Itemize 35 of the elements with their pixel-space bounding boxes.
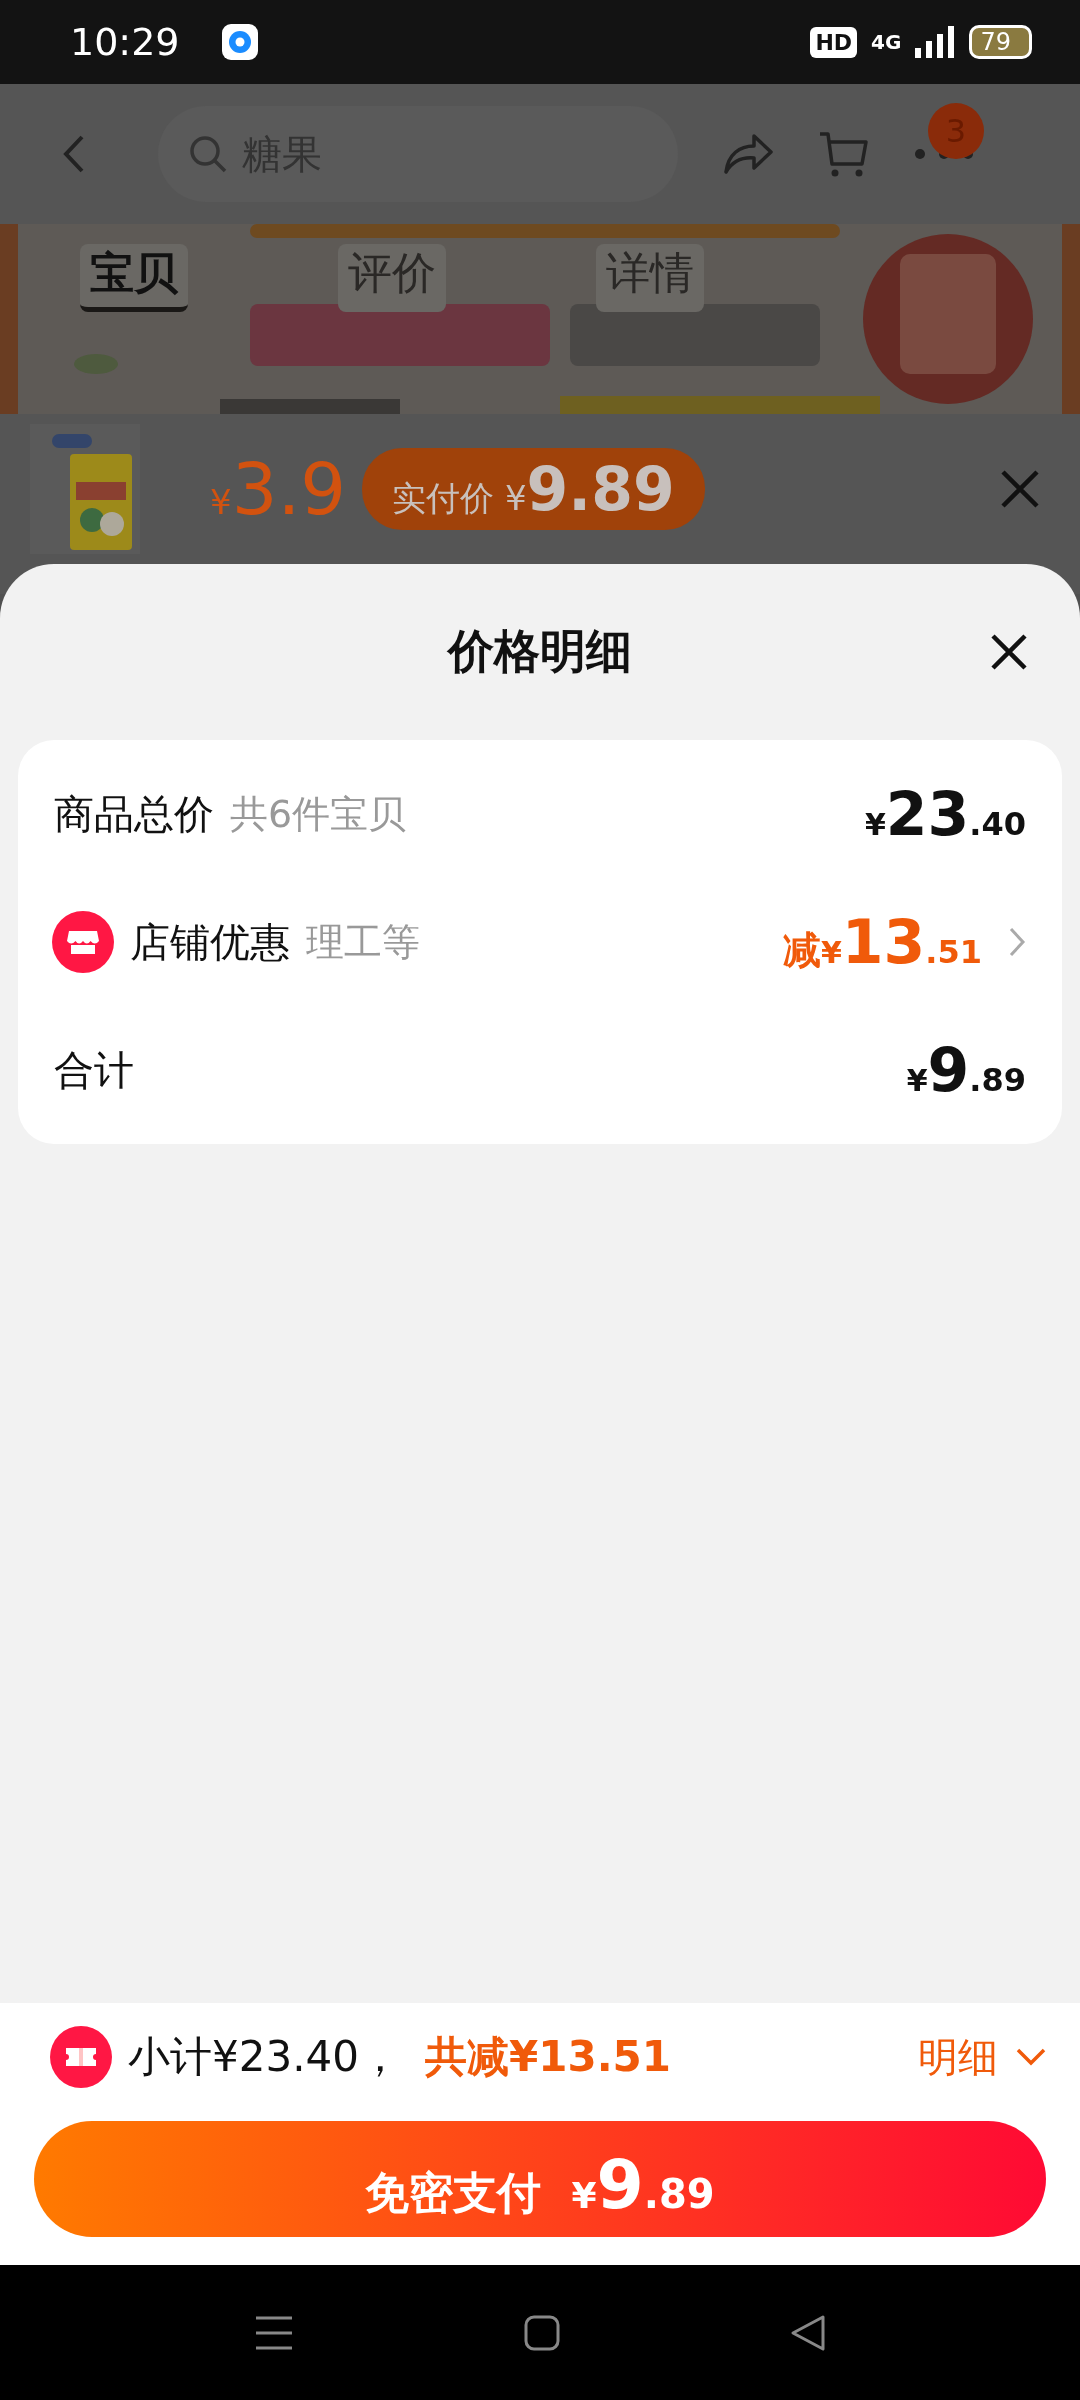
amount: ¥23.40: [864, 779, 1026, 849]
amount: 减¥13.51: [782, 907, 982, 977]
row-note: 共6件宝贝: [230, 790, 407, 838]
chevron-right-icon[interactable]: [1008, 926, 1026, 958]
chevron-down-icon: [1016, 2048, 1046, 2066]
app-notification-icon: [221, 24, 258, 60]
cart-icon[interactable]: [818, 130, 870, 178]
subtotal-text: 小计¥23.40，: [128, 2031, 401, 2083]
signal-icon: [915, 26, 956, 58]
pay-button[interactable]: 免密支付 ¥9.89: [34, 2121, 1046, 2237]
row-label: 店铺优惠: [130, 917, 290, 967]
amount: ¥9.89: [906, 1035, 1026, 1105]
paid-price-tag: 实付价 ¥9.89: [362, 448, 705, 530]
hd-badge: HD: [810, 26, 858, 58]
battery-indicator: 79: [969, 25, 1032, 59]
tab[interactable]: 评价: [338, 244, 446, 312]
home-icon[interactable]: [524, 2314, 560, 2351]
detail-toggle[interactable]: 明细: [918, 2029, 1046, 2085]
product-price: ¥3.9: [210, 447, 347, 531]
row-label: 合计: [54, 1045, 134, 1095]
menu-icon[interactable]: [254, 2314, 294, 2351]
row-note: 理工等: [306, 918, 420, 966]
network-label: 4G: [871, 30, 902, 54]
back-icon[interactable]: [790, 2313, 826, 2352]
search-icon: [188, 134, 228, 174]
shop-icon: [52, 911, 114, 973]
sheet-title: 价格明细: [448, 623, 632, 680]
coupon-icon: [50, 2026, 112, 2088]
status-time: 10:29: [70, 20, 180, 64]
tab[interactable]: 宝贝: [80, 244, 188, 312]
close-icon[interactable]: [990, 633, 1028, 671]
tab[interactable]: 详情: [596, 244, 704, 312]
savings-text: 共减¥13.51: [424, 2031, 672, 2083]
row-label: 商品总价: [54, 789, 214, 839]
share-icon[interactable]: [722, 132, 774, 176]
